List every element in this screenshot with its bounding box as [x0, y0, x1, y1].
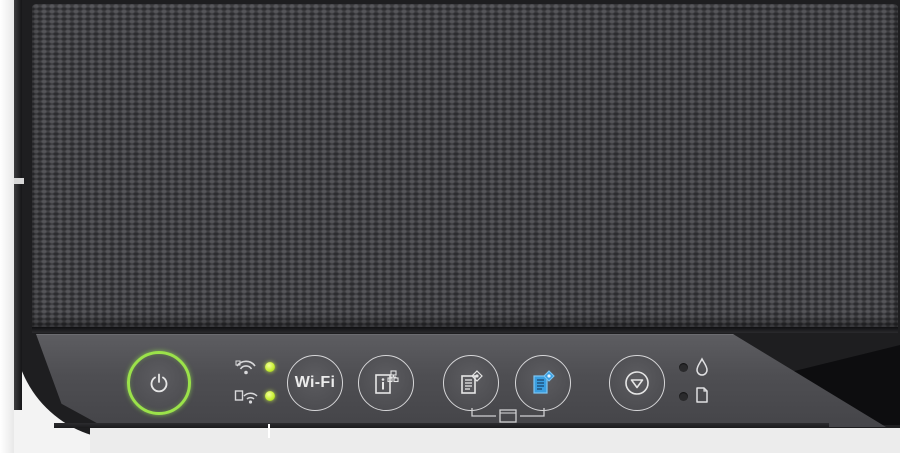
copy-color-icon	[533, 370, 555, 394]
side-background	[0, 0, 14, 453]
paper-copy-bracket-icon	[471, 408, 545, 423]
paper-icon	[696, 387, 708, 403]
wifi-status-led	[265, 362, 275, 372]
printer-base	[90, 428, 900, 453]
wifi-direct-status-led	[265, 391, 275, 401]
copy-black-white-icon	[461, 370, 483, 394]
wifi-icon	[235, 360, 256, 375]
scanner-lid-edge	[32, 327, 898, 333]
stop-button[interactable]	[609, 355, 665, 411]
stop-icon	[625, 371, 649, 395]
ink-status-led	[679, 363, 688, 372]
power-button[interactable]	[127, 351, 191, 415]
copy-bw-button[interactable]	[443, 355, 499, 411]
wifi-button[interactable]: Wi-Fi	[287, 355, 343, 411]
copy-color-button[interactable]	[515, 355, 571, 411]
wifi-direct-icon	[234, 390, 258, 404]
scanner-lid[interactable]	[32, 4, 898, 329]
ink-drop-icon	[696, 357, 708, 376]
power-icon	[150, 373, 168, 393]
paper-status-led	[679, 392, 688, 401]
network-status-sheet-icon	[375, 370, 399, 394]
base-crease	[268, 424, 270, 438]
printer-left-rim	[14, 0, 22, 410]
network-info-button[interactable]	[358, 355, 414, 411]
rim-notch	[14, 178, 24, 184]
wifi-button-label: Wi-Fi	[294, 374, 336, 391]
